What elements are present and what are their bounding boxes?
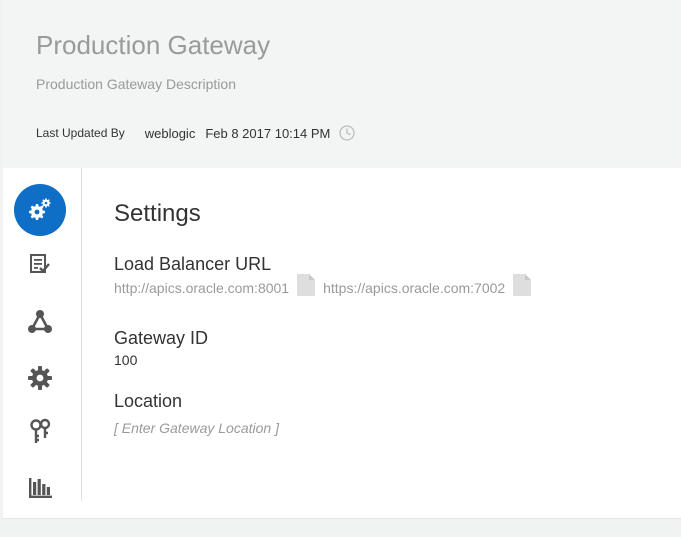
last-updated-user: weblogic	[144, 125, 196, 141]
location-label: Location	[114, 391, 183, 411]
last-updated-time: Feb 8 2017 10:14 PM	[205, 125, 331, 141]
copy-icon[interactable]	[511, 274, 535, 300]
checklist-icon	[29, 253, 51, 275]
page-description: Production Gateway Description	[36, 76, 236, 92]
copy-icon[interactable]	[295, 274, 319, 300]
bar-chart-icon	[27, 476, 53, 500]
nav-item-gear[interactable]	[13, 352, 67, 404]
load-balancer-url-https: https://apics.oracle.com:7002	[323, 280, 506, 296]
nav-item-checklist[interactable]	[13, 238, 67, 290]
location-input[interactable]: [ Enter Gateway Location ]	[114, 420, 279, 436]
gateway-id-label: Gateway ID	[114, 328, 209, 348]
gateway-id-value: 100	[114, 352, 138, 368]
keys-icon	[27, 418, 53, 446]
gateway-card: Settings Load Balancer URL http://apics.…	[3, 168, 681, 519]
gateway-header: Production Gateway Production Gateway De…	[3, 0, 681, 168]
gear-icon	[27, 365, 53, 391]
load-balancer-label: Load Balancer URL	[114, 254, 272, 274]
last-updated-row: Last Updated By weblogic Feb 8 2017 10:1…	[36, 124, 356, 142]
side-nav	[3, 168, 82, 501]
nav-item-analytics[interactable]	[13, 462, 67, 514]
nav-item-nodes[interactable]	[13, 296, 67, 348]
section-title-settings: Settings	[114, 200, 201, 227]
nav-item-settings[interactable]	[13, 184, 67, 236]
load-balancer-urls: http://apics.oracle.com:8001 https://api…	[114, 274, 539, 300]
nav-item-keys[interactable]	[13, 406, 67, 458]
nav-item-settings-highlight	[14, 184, 66, 236]
page-title: Production Gateway	[36, 30, 271, 60]
last-updated-label: Last Updated By	[36, 126, 125, 140]
load-balancer-url-http: http://apics.oracle.com:8001	[114, 280, 290, 296]
clock-icon	[339, 125, 356, 141]
gears-icon	[27, 197, 53, 223]
nodes-icon	[27, 309, 53, 335]
